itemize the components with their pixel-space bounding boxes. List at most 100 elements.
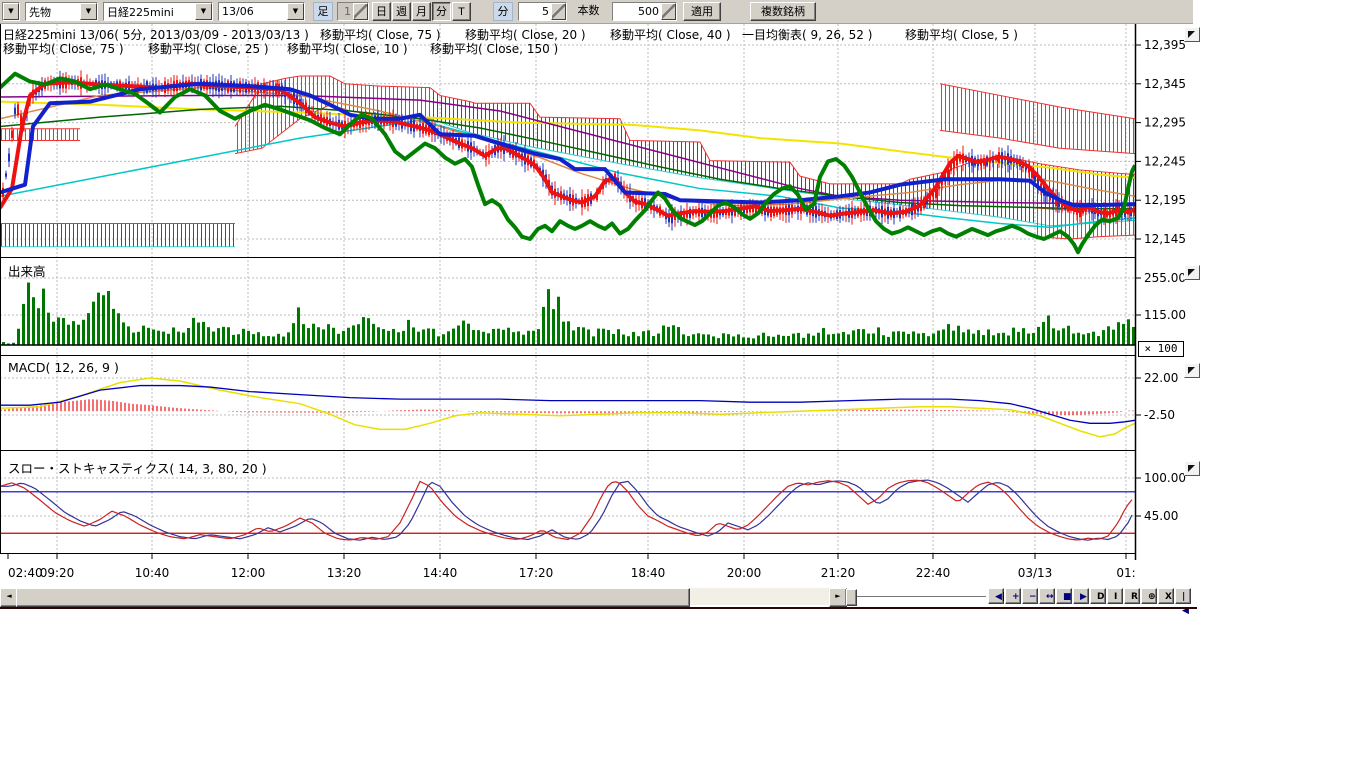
volume-bar	[32, 297, 35, 345]
volume-bar	[277, 334, 280, 345]
volume-bar	[732, 336, 735, 345]
volume-bar	[387, 331, 390, 345]
stop-button[interactable]: ■	[1056, 588, 1072, 604]
stochastics-panel	[0, 480, 1135, 540]
volume-bar	[532, 331, 535, 345]
multi-symbol-button[interactable]: 複数銘柄	[750, 2, 816, 21]
zoom-out-button[interactable]: −	[1022, 588, 1038, 604]
symbol-select[interactable]: 日経225mini ▼	[103, 2, 213, 21]
magnify-button[interactable]: ⊕	[1141, 588, 1157, 604]
volume-bar	[172, 327, 175, 345]
refresh-button[interactable]: R	[1124, 588, 1140, 604]
chart-area[interactable]: 12,39512,34512,29512,24512,19512,145255.…	[0, 24, 1200, 612]
volume-bar	[187, 328, 190, 345]
volume-bar	[152, 330, 155, 345]
volume-bar	[1027, 334, 1030, 345]
candle-body	[5, 173, 7, 177]
volume-bar	[457, 326, 460, 345]
volume-bar	[1052, 328, 1055, 345]
volume-bar	[782, 336, 785, 345]
stoch-d-line	[0, 480, 1132, 540]
volume-bar	[497, 329, 500, 345]
bar-interval-input: 1	[337, 2, 369, 21]
x-axis-label: 17:20	[519, 566, 554, 580]
chevron-down-icon: ▼	[195, 3, 212, 20]
zoom-slider-handle[interactable]	[846, 589, 857, 606]
contract-month-value: 13/06	[219, 5, 287, 18]
volume-title: 出来高	[8, 264, 46, 279]
zoom-slider-groove	[856, 596, 986, 598]
volume-bar	[37, 308, 40, 345]
volume-bar	[207, 327, 210, 345]
collapse-price-panel-button[interactable]	[1184, 27, 1200, 42]
y-axis-label: -2.50	[1144, 408, 1175, 422]
macd-line	[0, 386, 1135, 424]
y-axis-label: 45.00	[1144, 509, 1178, 523]
volume-bar	[982, 335, 985, 345]
volume-bar	[712, 336, 715, 345]
spinner-icon[interactable]	[661, 3, 676, 20]
volume-bar	[1037, 327, 1040, 345]
volume-bar	[772, 337, 775, 345]
play-button[interactable]: ▶	[1073, 588, 1089, 604]
close-button[interactable]: X	[1158, 588, 1174, 604]
scrollbar-thumb[interactable]	[16, 588, 690, 607]
legend-item-row1: 移動平均( Close, 75 )	[320, 28, 441, 42]
volume-bar	[1132, 327, 1135, 345]
volume-bar	[322, 329, 325, 345]
daily-mode-button[interactable]: D	[1090, 588, 1106, 604]
period-button-週[interactable]: 週	[392, 2, 411, 21]
volume-bar	[1062, 328, 1065, 345]
contract-month-select[interactable]: 13/06 ▼	[218, 2, 305, 21]
volume-bar	[877, 327, 880, 345]
volume-bar	[1032, 333, 1035, 345]
volume-bar	[412, 327, 415, 345]
volume-bar	[967, 330, 970, 345]
zoom-in-button[interactable]: +	[1005, 588, 1021, 604]
volume-bar	[977, 330, 980, 345]
volume-bar	[787, 336, 790, 345]
collapse-macd-panel-button[interactable]	[1184, 363, 1200, 378]
volume-bar	[917, 334, 920, 345]
volume-bar	[247, 331, 250, 345]
fit-width-button[interactable]: ↔	[1039, 588, 1055, 604]
volume-bar	[717, 338, 720, 345]
period-button-T[interactable]: T	[452, 2, 471, 21]
corner-arrow-icon	[1188, 465, 1195, 472]
scrollbar-right-arrow[interactable]: ►	[829, 588, 847, 607]
chart-canvas[interactable]: 12,39512,34512,29512,24512,19512,145255.…	[0, 24, 1200, 608]
indicator-button[interactable]: I	[1107, 588, 1123, 604]
apply-button[interactable]: 適用	[683, 2, 721, 21]
corner-arrow-icon	[1188, 367, 1195, 374]
volume-bar	[687, 336, 690, 345]
legend-item-row1: 移動平均( Close, 40 )	[610, 28, 731, 42]
volume-bar	[927, 336, 930, 345]
volume-bar	[492, 329, 495, 345]
spinner-icon[interactable]	[551, 3, 566, 20]
volume-bar	[632, 332, 635, 345]
period-button-日[interactable]: 日	[372, 2, 391, 21]
minute-interval-value: 5	[519, 5, 551, 18]
volume-bar	[662, 325, 665, 345]
mini-dropdown-button[interactable]: ▼	[2, 2, 20, 21]
collapse-volume-panel-button[interactable]	[1184, 265, 1200, 280]
period-button-分[interactable]: 分	[432, 2, 451, 21]
toolbar: ▼ 先物 ▼ 日経225mini ▼ 13/06 ▼ 足 1 日週月分T 分 5…	[0, 0, 1193, 24]
volume-bar	[87, 313, 90, 345]
collapse-stoch-panel-button[interactable]	[1184, 461, 1200, 476]
volume-bar	[107, 291, 110, 345]
volume-bar	[142, 326, 145, 345]
volume-bar	[777, 335, 780, 345]
skip-to-start-button[interactable]: ◀|	[988, 588, 1004, 604]
volume-bar	[1077, 333, 1080, 345]
bar-count-input[interactable]: 500	[612, 2, 677, 21]
volume-bar	[467, 324, 470, 345]
volume-bar	[212, 332, 215, 345]
period-button-月[interactable]: 月	[412, 2, 431, 21]
y-axis-label: 12,245	[1144, 154, 1186, 168]
volume-bar	[607, 330, 610, 345]
minute-interval-input[interactable]: 5	[518, 2, 567, 21]
volume-bar	[947, 324, 950, 345]
skip-to-end-button[interactable]: |◀	[1175, 588, 1191, 604]
instrument-type-select[interactable]: 先物 ▼	[25, 2, 98, 21]
